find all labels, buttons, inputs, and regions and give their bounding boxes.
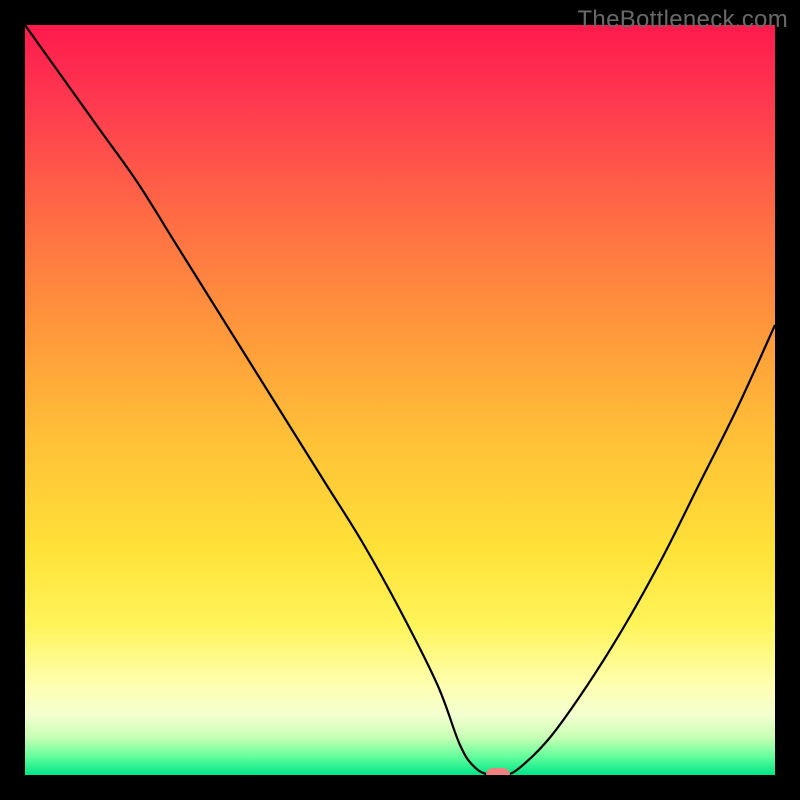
watermark-text: TheBottleneck.com [577,6,788,34]
chart-svg [25,25,775,775]
chart-frame: TheBottleneck.com [0,0,800,800]
chart-plot-area [25,25,775,775]
gradient-background [25,25,775,775]
optimal-marker-icon [486,768,510,775]
